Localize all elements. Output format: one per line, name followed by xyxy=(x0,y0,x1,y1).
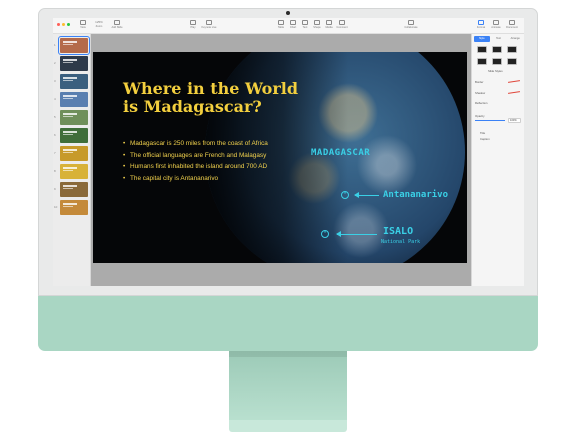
collaborate-button[interactable]: Collaborate xyxy=(403,20,419,29)
slide-number: 9 xyxy=(54,187,56,191)
slide-thumbnail[interactable] xyxy=(58,36,90,55)
slide-number: 10 xyxy=(54,205,58,209)
shape-icon xyxy=(314,20,320,25)
bullet-item: The capital city is Antananarivo xyxy=(123,175,293,183)
close-window-button[interactable] xyxy=(57,23,60,26)
reflection-label[interactable]: Reflection xyxy=(475,101,487,105)
bullet-item: The official languages are French and Ma… xyxy=(123,152,293,160)
minimize-window-button[interactable] xyxy=(62,23,65,26)
diamond-icon xyxy=(493,20,499,25)
format-inspector: Style Text Arrange Slide Styles Border S… xyxy=(471,34,524,286)
document-icon xyxy=(509,20,515,25)
slide-number: 3 xyxy=(54,79,56,83)
play-icon xyxy=(190,20,196,25)
slide-thumbnail[interactable] xyxy=(60,92,88,107)
bullet-item: Humans first inhabited the island around… xyxy=(123,163,293,171)
title-checkbox-label[interactable]: Title xyxy=(480,131,485,135)
style-swatch[interactable] xyxy=(507,46,517,53)
toolbar: View 125% Zoom Add Slide Play Keynote Liv… xyxy=(53,18,524,34)
style-swatch[interactable] xyxy=(477,58,487,65)
shadow-preview xyxy=(507,91,521,94)
imac-chin xyxy=(38,296,538,351)
style-swatch[interactable] xyxy=(507,58,517,65)
keynote-window: View 125% Zoom Add Slide Play Keynote Liv… xyxy=(53,18,524,286)
slide-thumbnail[interactable] xyxy=(60,74,88,89)
sidebar-icon xyxy=(80,20,86,25)
person-icon xyxy=(408,20,414,25)
add-slide-button[interactable]: Add Slide xyxy=(109,20,125,29)
caption-checkbox-label[interactable]: Caption xyxy=(480,137,490,141)
slide-number: 7 xyxy=(54,151,56,155)
capital-marker-icon: * xyxy=(341,191,349,199)
slide-number: 1 xyxy=(54,43,56,47)
slide-number: 8 xyxy=(54,169,56,173)
animate-button[interactable]: Animate xyxy=(488,20,504,29)
capital-annotation[interactable]: Antananarivo xyxy=(383,190,448,200)
comment-icon xyxy=(339,20,345,25)
brush-icon xyxy=(478,20,484,25)
park-annotation[interactable]: ISALO xyxy=(383,226,413,237)
media-icon xyxy=(326,20,332,25)
border-label[interactable]: Border xyxy=(475,80,483,84)
view-button[interactable]: View xyxy=(75,20,91,29)
madagascar-annotation[interactable]: MADAGASCAR xyxy=(311,148,370,158)
section-label: Slide Styles xyxy=(488,69,503,73)
slide-number: 2 xyxy=(54,61,56,65)
table-icon xyxy=(278,20,284,25)
tab-text[interactable]: Text xyxy=(491,36,507,42)
plus-icon xyxy=(114,20,120,25)
inspector-tabs: Style Text Arrange xyxy=(474,36,523,42)
shadow-label[interactable]: Shadow xyxy=(475,91,485,95)
slide-thumbnail[interactable] xyxy=(60,146,88,161)
text-icon xyxy=(302,20,308,25)
slide-thumbnail[interactable] xyxy=(60,56,88,71)
slide-thumbnail[interactable] xyxy=(60,128,88,143)
bullet-item: Madagascar is 250 miles from the coast o… xyxy=(123,140,293,148)
park-subtitle-annotation[interactable]: National Park xyxy=(381,239,420,245)
play-button[interactable]: Play xyxy=(185,20,201,29)
imac-stand xyxy=(229,351,347,421)
broadcast-icon xyxy=(206,20,212,25)
camera-dot xyxy=(286,11,290,15)
slide-number: 4 xyxy=(54,97,56,101)
border-preview xyxy=(507,80,521,83)
stand-shadow xyxy=(229,351,347,357)
slide-number: 6 xyxy=(54,133,56,137)
current-slide[interactable]: Where in the World is Madagascar? Madaga… xyxy=(93,52,467,263)
opacity-field[interactable]: 100% xyxy=(508,118,521,123)
zoom-window-button[interactable] xyxy=(67,23,70,26)
keynote-live-button[interactable]: Keynote Live xyxy=(201,20,217,29)
park-marker-icon: * xyxy=(321,230,329,238)
slide-number: 5 xyxy=(54,115,56,119)
slide-canvas: Where in the World is Madagascar? Madaga… xyxy=(91,34,471,286)
slide-navigator: 1 2 3 4 5 6 7 8 9 10 xyxy=(53,34,91,286)
chart-icon xyxy=(290,20,296,25)
style-swatch[interactable] xyxy=(492,58,502,65)
slide-thumbnail[interactable] xyxy=(60,200,88,215)
slide-thumbnail[interactable] xyxy=(60,110,88,125)
style-swatch[interactable] xyxy=(492,46,502,53)
document-button[interactable]: Document xyxy=(504,20,520,29)
comment-button[interactable]: Comment xyxy=(334,20,350,29)
style-swatch[interactable] xyxy=(477,46,487,53)
opacity-slider[interactable] xyxy=(475,120,505,121)
slide-title[interactable]: Where in the World is Madagascar? xyxy=(123,80,303,116)
imac-scene: View 125% Zoom Add Slide Play Keynote Liv… xyxy=(0,0,565,442)
arrow-icon xyxy=(354,191,379,199)
slide-thumbnail[interactable] xyxy=(60,164,88,179)
tab-style[interactable]: Style xyxy=(474,36,490,42)
opacity-label: Opacity xyxy=(475,114,485,118)
window-controls xyxy=(57,23,70,26)
format-button[interactable]: Format xyxy=(473,20,489,29)
arrow-icon xyxy=(336,230,377,238)
slide-thumbnail[interactable] xyxy=(60,182,88,197)
zoom-button[interactable]: 125% Zoom xyxy=(91,20,107,28)
bullet-list[interactable]: Madagascar is 250 miles from the coast o… xyxy=(123,140,293,186)
tab-arrange[interactable]: Arrange xyxy=(507,36,523,42)
imac-stand-foot xyxy=(229,420,347,432)
